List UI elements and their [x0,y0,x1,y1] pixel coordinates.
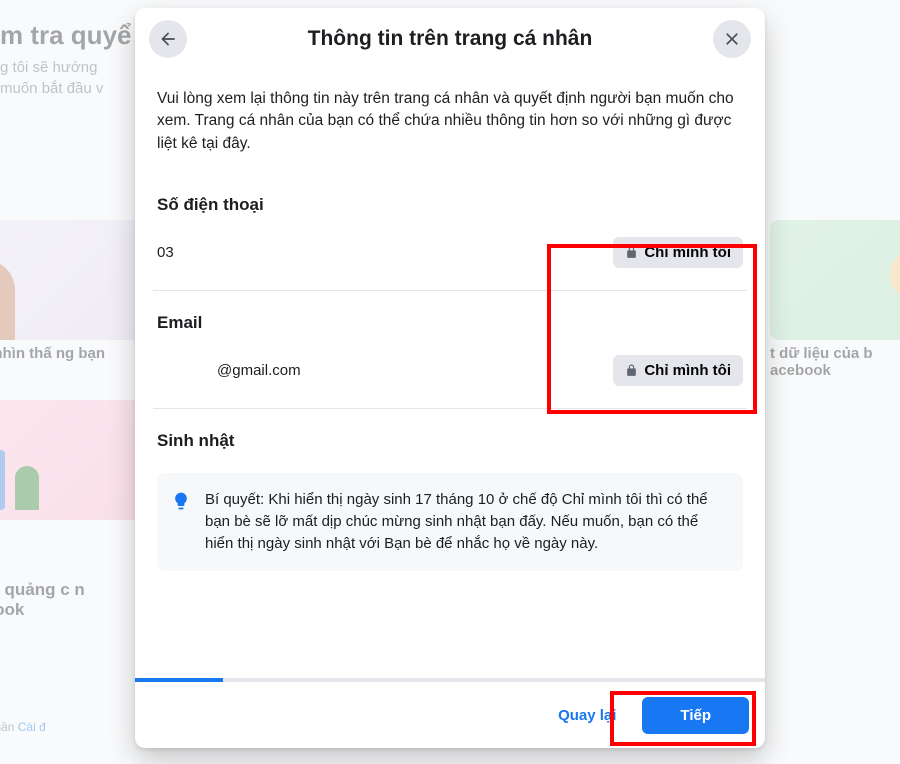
phone-section-title: Số điện thoại [157,195,743,215]
section-birthday: Sinh nhật Bí quyết: Khi hiển thị ngày si… [153,421,747,606]
modal-body[interactable]: Vui lòng xem lại thông tin này trên tran… [135,70,765,678]
email-privacy-button[interactable]: Chỉ mình tôi [613,355,743,386]
next-button[interactable]: Tiếp [642,697,749,734]
birthday-tip-box: Bí quyết: Khi hiển thị ngày sinh 17 thán… [157,473,743,570]
modal-header: Thông tin trên trang cá nhân [135,8,765,70]
lightbulb-icon [171,491,191,511]
progress-bar [135,678,765,682]
phone-privacy-label: Chỉ mình tôi [644,244,731,261]
back-button[interactable] [149,20,187,58]
lock-icon [625,246,638,259]
lock-icon [625,364,638,377]
birthday-section-title: Sinh nhật [157,431,743,451]
email-value: @gmail.com [157,362,301,379]
phone-row: 03 Chỉ mình tôi [157,237,743,268]
close-button[interactable] [713,20,751,58]
email-privacy-label: Chỉ mình tôi [644,362,731,379]
email-section-title: Email [157,313,743,333]
modal-intro-text: Vui lòng xem lại thông tin này trên tran… [157,88,743,155]
section-phone: Số điện thoại 03 Chỉ mình tôi [153,185,747,291]
back-link-button[interactable]: Quay lại [542,697,632,734]
section-email: Email @gmail.com Chỉ mình tôi [153,303,747,409]
email-row: @gmail.com Chỉ mình tôi [157,355,743,386]
modal-overlay: Thông tin trên trang cá nhân Vui lòng xe… [0,0,900,764]
close-icon [722,29,742,49]
modal-title: Thông tin trên trang cá nhân [308,27,593,51]
profile-info-modal: Thông tin trên trang cá nhân Vui lòng xe… [135,8,765,748]
arrow-left-icon [158,29,178,49]
phone-value: 03 [157,244,174,261]
modal-footer: Quay lại Tiếp [135,682,765,748]
progress-fill [135,678,223,682]
phone-privacy-button[interactable]: Chỉ mình tôi [613,237,743,268]
birthday-tip-text: Bí quyết: Khi hiển thị ngày sinh 17 thán… [205,489,729,554]
